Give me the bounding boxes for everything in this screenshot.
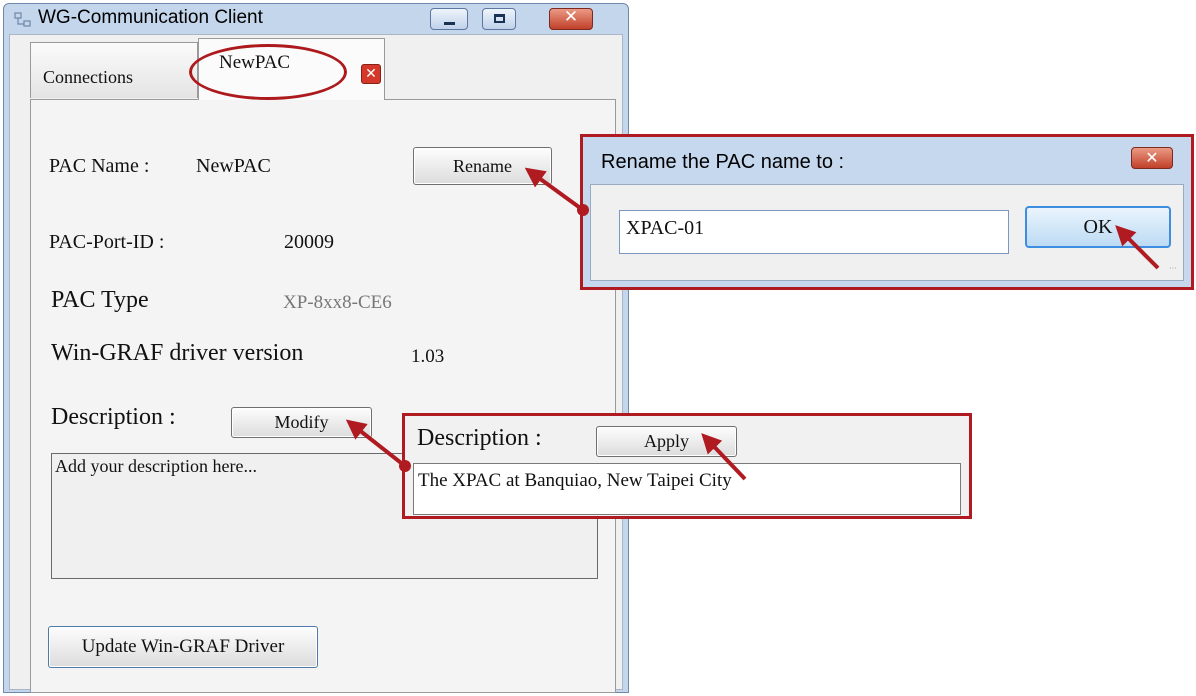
annotation-arrows bbox=[345, 167, 1160, 481]
ok-arrow bbox=[1115, 225, 1160, 270]
apply-arrow bbox=[701, 433, 747, 481]
rename-arrow bbox=[524, 167, 589, 216]
modify-arrow bbox=[345, 419, 411, 472]
